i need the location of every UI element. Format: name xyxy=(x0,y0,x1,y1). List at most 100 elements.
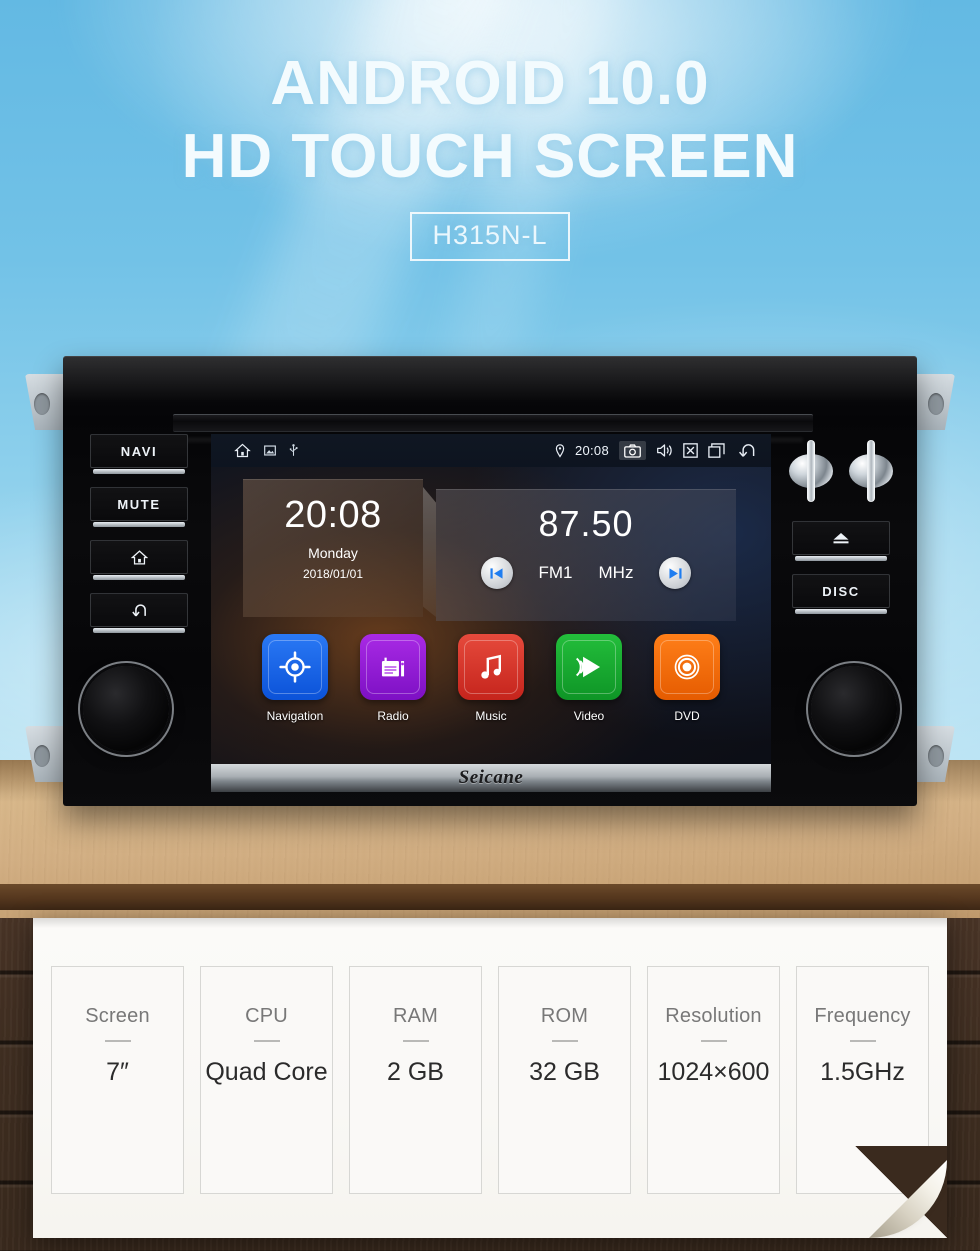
hero-heading: ANDROID 10.0 HD TOUCH SCREEN H315N-L xyxy=(0,49,980,262)
back-icon[interactable] xyxy=(735,443,757,458)
radio-prev-button[interactable] xyxy=(480,557,513,589)
disc-button[interactable]: DISC xyxy=(792,574,890,614)
disc-button-label: DISC xyxy=(822,583,860,599)
app-dvd-label: DVD xyxy=(674,709,700,723)
clock-widget-weekday: Monday xyxy=(308,545,358,561)
recents-icon[interactable] xyxy=(708,443,725,458)
spec-card-cpu: CPU Quad Core xyxy=(200,966,333,1194)
vent-right-bar xyxy=(867,440,875,502)
status-bar-clock: 20:08 xyxy=(574,443,609,458)
clock-widget-time: 20:08 xyxy=(284,494,382,536)
home-icon xyxy=(130,549,148,565)
spec-label: RAM xyxy=(392,1005,439,1027)
skip-next-icon xyxy=(669,567,682,579)
spec-value: Quad Core xyxy=(205,1058,328,1086)
car-stereo-device: NAVI MUTE DISC 20:08 20:08 Monday 2018/0… xyxy=(25,356,955,806)
device-chassis: NAVI MUTE DISC 20:08 20:08 Monday 2018/0… xyxy=(63,356,917,806)
spec-divider xyxy=(253,1040,280,1042)
spec-value: 1.5GHz xyxy=(820,1058,905,1086)
camera-icon[interactable] xyxy=(619,441,646,460)
spec-card-resolution: Resolution 1024×600 xyxy=(647,966,780,1194)
close-box-icon[interactable] xyxy=(683,443,698,458)
tune-knob[interactable] xyxy=(811,666,897,752)
status-bar-left-icons xyxy=(211,442,298,459)
app-radio[interactable]: Radio xyxy=(360,634,426,723)
spec-card-ram: RAM 2 GB xyxy=(349,966,482,1194)
status-bar-right-icons: 20:08 xyxy=(555,441,771,460)
touch-screen[interactable]: 20:08 20:08 Monday 2018/01/01 87.50 FM1 … xyxy=(211,434,771,764)
spec-label: Frequency xyxy=(814,1005,911,1027)
radio-frequency: 87.50 xyxy=(538,503,634,544)
dvd-disc-icon xyxy=(674,654,700,680)
brand-plate: Seicane xyxy=(211,764,771,792)
spec-card-frequency: Frequency 1.5GHz xyxy=(796,966,929,1194)
app-dvd[interactable]: DVD xyxy=(654,634,720,723)
spec-label: ROM xyxy=(540,1005,589,1027)
spec-value: 2 GB xyxy=(387,1058,444,1086)
product-banner: ANDROID 10.0 HD TOUCH SCREEN H315N-L NAV… xyxy=(0,0,980,1251)
spec-divider xyxy=(700,1040,727,1042)
spec-label: Resolution xyxy=(665,1005,762,1027)
brand-name: Seicane xyxy=(458,767,524,788)
volume-knob[interactable] xyxy=(83,666,169,752)
spec-value: 1024×600 xyxy=(657,1058,770,1086)
image-icon xyxy=(264,445,276,456)
vent-right[interactable] xyxy=(849,440,893,502)
app-navigation-label: Navigation xyxy=(266,709,324,723)
disc-slot[interactable] xyxy=(173,414,813,432)
hero-line-2: HD TOUCH SCREEN xyxy=(181,122,799,192)
spec-label: Screen xyxy=(85,1005,150,1027)
air-vents xyxy=(775,434,907,502)
spec-divider xyxy=(849,1040,876,1042)
spec-label: CPU xyxy=(245,1005,288,1027)
radio-icon xyxy=(381,657,405,677)
home-widgets: 20:08 Monday 2018/01/01 87.50 FM1 MHz xyxy=(211,467,771,642)
home-icon[interactable] xyxy=(234,442,251,459)
app-navigation-tile[interactable] xyxy=(262,634,328,700)
spec-value: 7″ xyxy=(106,1058,129,1086)
mute-button[interactable]: MUTE xyxy=(90,487,188,527)
model-badge: H315N-L xyxy=(410,212,570,262)
app-navigation[interactable]: Navigation xyxy=(262,634,328,723)
back-button[interactable] xyxy=(90,593,188,633)
app-music[interactable]: Music xyxy=(458,634,524,723)
app-music-tile[interactable] xyxy=(458,634,524,700)
clock-widget[interactable]: 20:08 Monday 2018/01/01 xyxy=(243,479,423,617)
mute-button-label: MUTE xyxy=(117,496,161,512)
vent-left-bar xyxy=(807,440,815,502)
video-play-icon xyxy=(576,656,601,678)
hero-line-1: ANDROID 10.0 xyxy=(270,49,710,118)
spec-divider xyxy=(104,1040,131,1042)
volume-icon[interactable] xyxy=(656,443,673,458)
usb-icon xyxy=(289,443,298,458)
android-status-bar: 20:08 xyxy=(211,434,771,467)
spec-divider xyxy=(402,1040,429,1042)
app-video-tile[interactable] xyxy=(556,634,622,700)
spec-card-row: Screen 7″ CPU Quad Core RAM 2 GB ROM 32 … xyxy=(51,966,929,1194)
navigation-target-icon xyxy=(279,651,311,683)
back-icon xyxy=(132,603,146,616)
spec-card-screen: Screen 7″ xyxy=(51,966,184,1194)
navi-button[interactable]: NAVI xyxy=(90,434,188,474)
chassis-gloss xyxy=(63,356,917,402)
app-music-label: Music xyxy=(475,709,507,723)
navi-button-label: NAVI xyxy=(120,443,158,459)
location-pin-icon xyxy=(555,443,565,458)
radio-widget[interactable]: 87.50 FM1 MHz xyxy=(436,489,736,621)
spec-card-rom: ROM 32 GB xyxy=(498,966,631,1194)
vent-left[interactable] xyxy=(789,440,833,502)
app-video-label: Video xyxy=(573,709,605,723)
app-video[interactable]: Video xyxy=(556,634,622,723)
spec-value: 32 GB xyxy=(529,1058,600,1086)
home-button[interactable] xyxy=(90,540,188,580)
spec-panel: Screen 7″ CPU Quad Core RAM 2 GB ROM 32 … xyxy=(33,918,947,1238)
app-radio-tile[interactable] xyxy=(360,634,426,700)
radio-next-button[interactable] xyxy=(659,557,692,589)
app-radio-label: Radio xyxy=(377,709,409,723)
spec-divider xyxy=(551,1040,578,1042)
app-shortcut-row: Navigation Radio Music Video DVD xyxy=(211,634,771,723)
clock-widget-date: 2018/01/01 xyxy=(302,567,364,581)
app-dvd-tile[interactable] xyxy=(654,634,720,700)
eject-button[interactable] xyxy=(792,521,890,561)
radio-unit: MHz xyxy=(598,563,634,582)
